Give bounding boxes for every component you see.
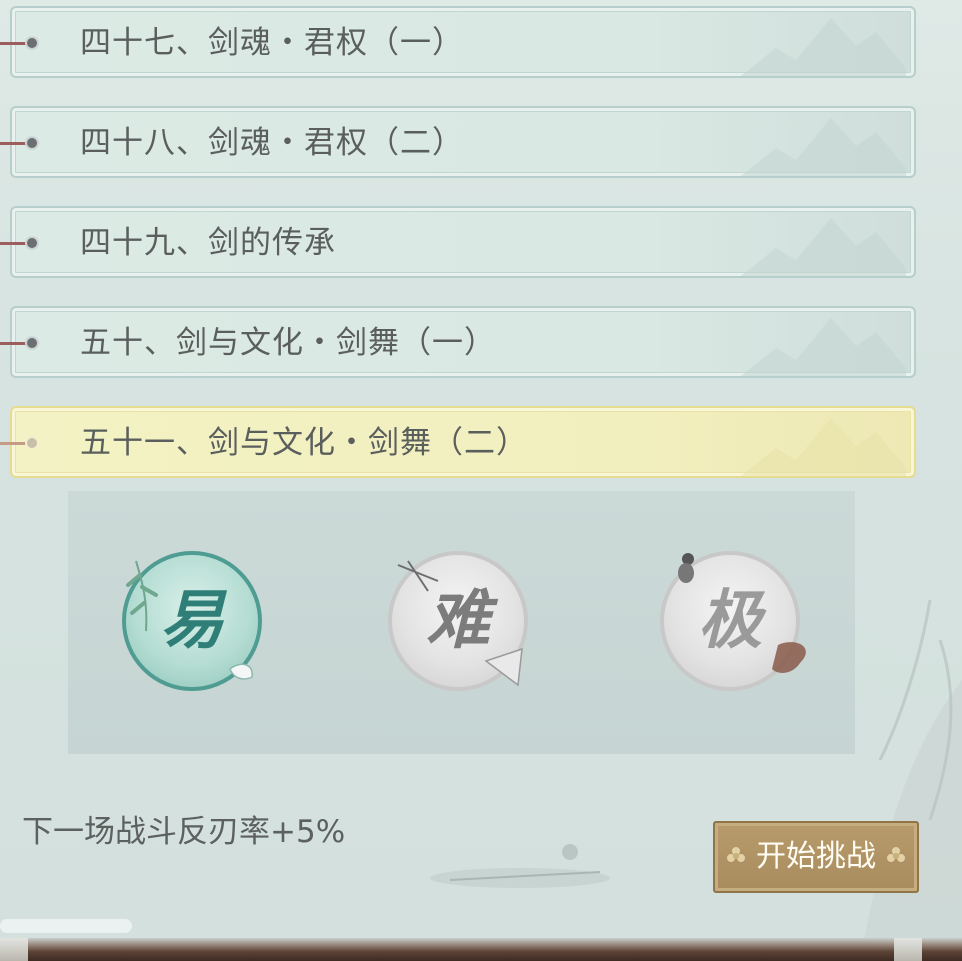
scroll-rod-bottom [0, 938, 962, 961]
mountain-decoration [741, 318, 906, 376]
mountain-decoration [741, 118, 906, 176]
chapter-title: 四十九、剑的传承 [80, 225, 336, 261]
difficulty-extreme-button[interactable]: 极 [660, 551, 806, 697]
gourd-icon [678, 553, 806, 673]
fan-icon [397, 560, 523, 687]
chapter-connector [0, 133, 40, 153]
chapter-connector [0, 333, 40, 353]
difficulty-easy-button[interactable]: 易 [122, 551, 268, 697]
start-challenge-button[interactable]: 开始挑战 [713, 821, 919, 893]
flower-ornament-icon [887, 847, 905, 862]
chapter-title: 四十七、剑魂・君权（一） [80, 25, 464, 61]
difficulty-hard-button[interactable]: 难 [388, 551, 534, 697]
chapter-title: 五十一、剑与文化・剑舞（二） [80, 425, 528, 461]
chapter-connector [0, 233, 40, 253]
chapter-title: 五十、剑与文化・剑舞（一） [80, 325, 496, 361]
mountain-decoration [741, 418, 906, 476]
chapter-title: 四十八、剑魂・君权（二） [80, 125, 464, 161]
chapter-item-51[interactable]: 五十一、剑与文化・剑舞（二） [10, 406, 916, 478]
bamboo-icon [126, 560, 253, 680]
rod-cap [0, 938, 28, 961]
chapter-node-icon [25, 436, 39, 450]
chapter-connector [0, 33, 40, 53]
mountain-decoration [741, 18, 906, 76]
chapter-item-50[interactable]: 五十、剑与文化・剑舞（一） [10, 306, 916, 378]
chapter-item-48[interactable]: 四十八、剑魂・君权（二） [10, 106, 916, 178]
chapter-connector [0, 433, 40, 453]
chapter-node-icon [25, 136, 39, 150]
chapter-node-icon [25, 36, 39, 50]
difficulty-panel: 易 难 极 [68, 491, 855, 754]
chapter-item-47[interactable]: 四十七、剑魂・君权（一） [10, 6, 916, 78]
chapter-node-icon [25, 236, 39, 250]
mountain-decoration [741, 218, 906, 276]
chapter-item-49[interactable]: 四十九、剑的传承 [10, 206, 916, 278]
rod-cap [894, 938, 922, 961]
chapter-node-icon [25, 336, 39, 350]
scroll-thumb[interactable] [0, 919, 132, 933]
next-battle-buff-text: 下一场战斗反刃率+5% [22, 814, 346, 850]
